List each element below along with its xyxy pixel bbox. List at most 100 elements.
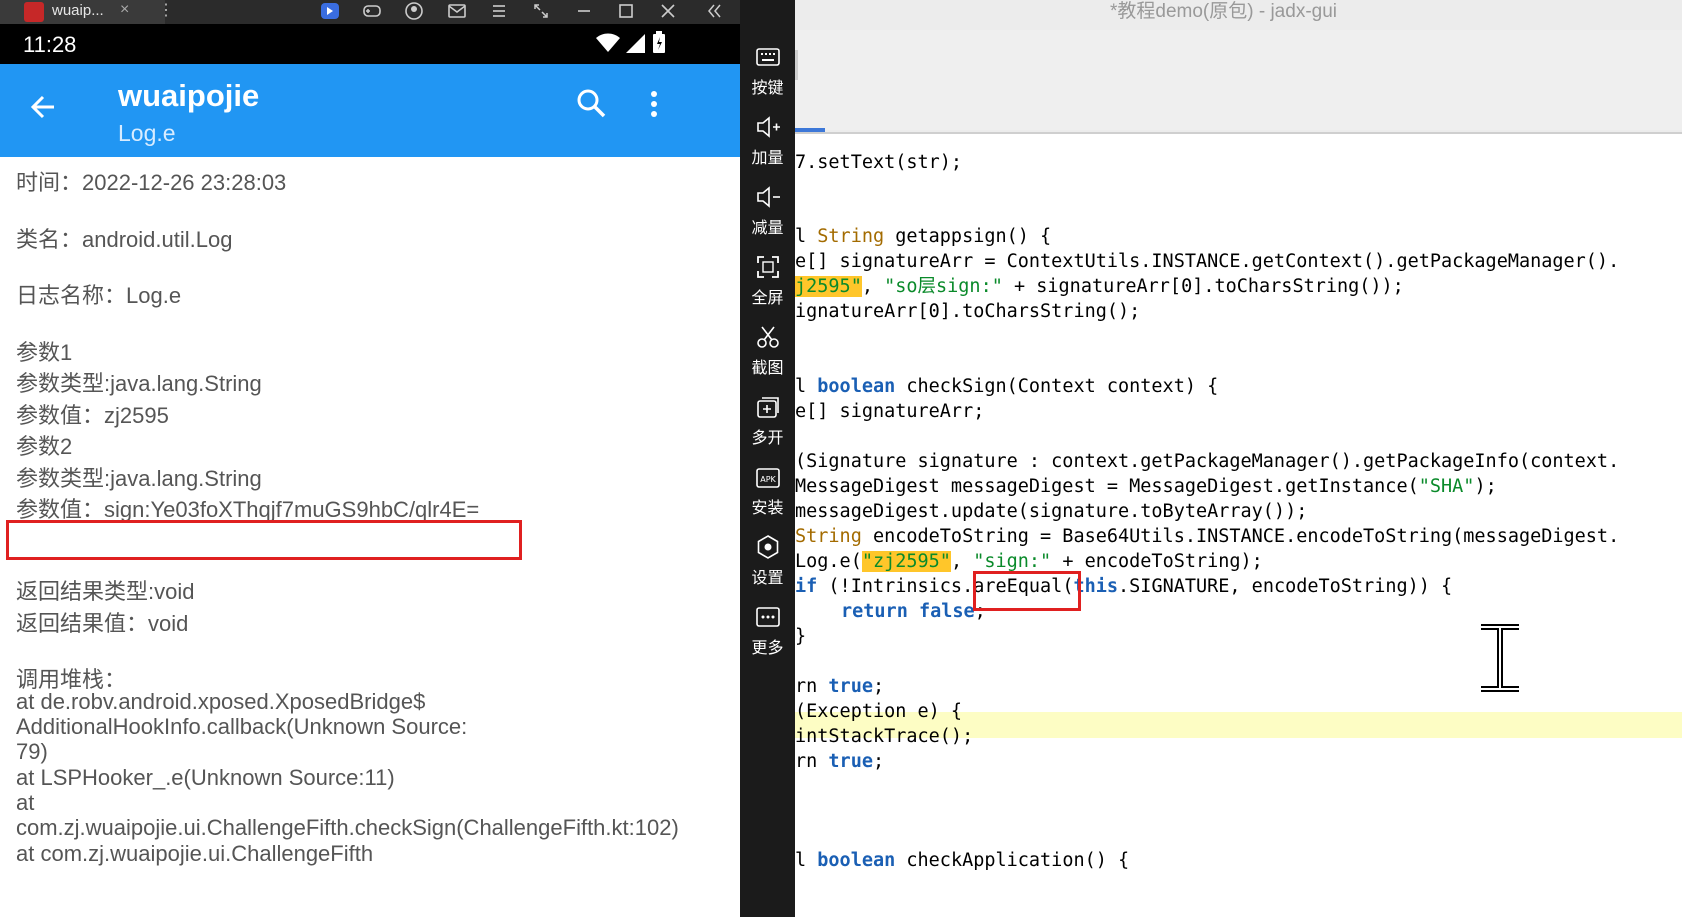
phone-status-bar: 11:28 [0,24,740,64]
emulator-tab[interactable]: wuaip... × ⋮ [0,0,174,24]
code-line: l boolean checkSign(Context context) { [795,376,1219,397]
more-button[interactable]: 更多 [740,604,795,664]
fullscreen-icon [755,254,781,280]
search-match-highlight: "zj2595" [861,551,951,572]
stack-line: com.zj.wuaipojie.ui.ChallengeFifth.check… [16,815,679,840]
code-line: l boolean checkApplication() { [795,850,1130,871]
fullscreen-label: 全屏 [751,290,784,307]
code-line: rn true; [795,676,885,697]
volume-up-icon [755,114,781,140]
account-icon[interactable] [404,1,424,21]
app-title: wuaipojie [118,78,260,113]
code-line: messageDigest.update(signature.toByteArr… [795,501,1308,522]
toolbar-separator [795,50,798,80]
mail-icon[interactable] [447,1,467,21]
maximize-icon[interactable] [616,1,636,21]
multi-instance-label: 多开 [751,430,784,447]
code-line: (Exception e) { [795,701,963,722]
settings-icon [755,534,781,560]
sign-value-highlight-box [6,520,522,560]
volume-up-button[interactable]: 加量 [740,114,795,174]
log-class-name: 类名：android.util.Log [16,227,233,252]
code-line: (Signature signature : context.getPackag… [795,451,1620,472]
settings-button[interactable]: 设置 [740,534,795,594]
apk-install-icon: APK [755,464,781,490]
code-line: String encodeToString = Base64Utils.INST… [795,526,1620,547]
stack-line: AdditionalHookInfo.callback(Unknown Sour… [16,714,468,739]
fullscreen-button[interactable]: 全屏 [740,254,795,314]
param1-value: 参数值：zj2595 [16,403,169,428]
code-line: j2595", "so层sign:" + signatureArr[0].toC… [795,276,1404,297]
back-arrow-icon[interactable] [30,94,56,120]
volume-down-icon [755,184,781,210]
more-label: 更多 [751,640,784,657]
app-logo-icon [24,2,44,22]
overflow-menu-icon[interactable] [650,90,658,118]
emulator-side-toolbar: 按键 加量 减量 全屏 截图 多开 APK 安装 设置 更多 [740,0,795,917]
param1-type: 参数类型:java.lang.String [16,371,262,396]
code-line: intStackTrace(); [795,726,974,747]
multi-instance-button[interactable]: 多开 [740,394,795,454]
gamepad-icon[interactable] [362,1,382,21]
cellular-signal-icon [626,34,646,53]
return-value: 返回结果值：void [16,611,189,636]
emulator-title-bar: wuaip... × ⋮ [0,0,740,24]
close-window-icon[interactable] [658,1,678,21]
param2-label: 参数2 [16,434,73,459]
settings-label: 设置 [751,570,784,587]
resize-icon[interactable] [531,1,551,21]
jadx-gui-window: *教程demo(原包) - jadx-gui 7.setText(str); l… [795,0,1682,917]
app-subtitle: Log.e [118,120,176,146]
tab-close-icon[interactable]: × [120,1,129,19]
code-editor[interactable]: 7.setText(str); l String getappsign() { … [795,134,1682,917]
stack-line: at de.robv.android.xposed.XposedBridge$ [16,689,426,714]
search-match-highlight: j2595" [795,276,862,297]
volume-down-button[interactable]: 减量 [740,184,795,244]
more-icon [755,604,781,630]
code-line: l String getappsign() { [795,226,1052,247]
wifi-icon [596,33,620,53]
apk-install-button[interactable]: APK 安装 [740,464,795,524]
apk-install-label: 安装 [751,500,784,517]
code-line: 7.setText(str); [795,152,963,173]
stack-line: 79) [16,739,48,764]
keyboard-button[interactable]: 按键 [740,44,795,104]
code-line: rn true; [795,751,885,772]
code-line: e[] signatureArr; [795,401,985,422]
collapse-toolbar-icon[interactable] [704,1,724,21]
screenshot-label: 截图 [751,360,784,377]
search-icon[interactable] [576,88,606,118]
stack-line: at [16,790,35,815]
code-line: if (!Intrinsics.areEqual(this.SIGNATURE,… [795,576,1453,597]
keyboard-label: 按键 [751,80,784,97]
return-type: 返回结果类型:void [16,579,195,604]
code-line: } [795,626,807,647]
scissors-icon [755,324,781,350]
ide-toolbar-area [795,30,1682,130]
stack-line: at com.zj.wuaipojie.ui.ChallengeFifth [16,841,374,866]
log-time: 时间：2022-12-26 23:28:03 [16,170,287,195]
ide-window-title: *教程demo(原包) - jadx-gui [1110,1,1337,22]
menu-icon[interactable] [489,1,509,21]
param1-label: 参数1 [16,340,73,365]
tab-more-icon[interactable]: ⋮ [158,0,174,20]
sign-string-highlight-box [973,571,1081,611]
status-time: 11:28 [23,32,77,57]
multi-instance-icon [755,394,781,420]
volume-up-label: 加量 [751,150,784,167]
keyboard-icon [755,44,781,70]
code-line: MessageDigest messageDigest = MessageDig… [795,476,1497,497]
log-name: 日志名称：Log.e [16,283,182,308]
code-line: e[] signatureArr = ContextUtils.INSTANCE… [795,251,1620,272]
param2-type: 参数类型:java.lang.String [16,466,262,491]
assistant-icon[interactable] [320,1,340,21]
svg-text:APK: APK [760,475,776,484]
app-bar: wuaipojie Log.e [0,64,740,157]
screenshot-button[interactable]: 截图 [740,324,795,384]
text-cursor-icon [1478,624,1522,692]
battery-icon [653,31,665,53]
volume-down-label: 减量 [751,220,784,237]
code-line: return false; [841,601,986,622]
minimize-icon[interactable] [574,1,594,21]
emulator-tab-title: wuaip... [52,2,104,19]
